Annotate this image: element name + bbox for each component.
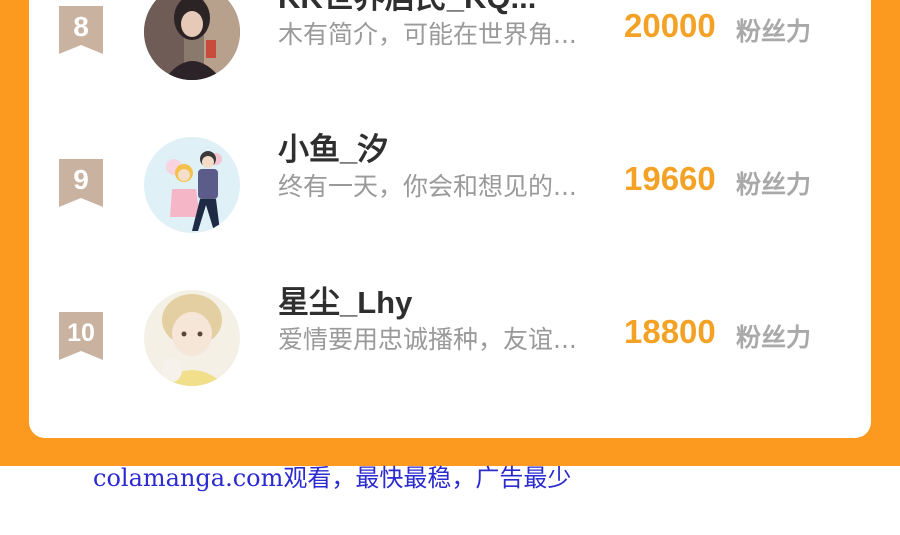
fans-count: 20000 (624, 7, 716, 44)
list-item[interactable]: 9 小鱼_汐 终有一天，你会和想见的... 19660 粉丝力 (29, 132, 871, 233)
fans-label: 粉丝力 (736, 170, 812, 199)
fans-label: 粉丝力 (736, 17, 812, 46)
avatar-couple-illustration-icon (144, 137, 240, 233)
list-item[interactable]: 10 星尘_Lhy 爱情要用忠诚播种，友谊... 18800 粉丝力 (29, 285, 871, 386)
rank-badge: 8 (59, 6, 103, 54)
user-name[interactable]: 小鱼_汐 (278, 124, 388, 169)
fans-count: 19660 (624, 160, 716, 197)
user-description: 木有简介，可能在世界角... (278, 20, 577, 49)
avatar[interactable] (144, 290, 240, 386)
fans-count: 18800 (624, 313, 716, 350)
user-name[interactable]: 星尘_Lhy (278, 277, 412, 322)
user-description: 爱情要用忠诚播种，友谊... (278, 325, 577, 354)
watermark-footer: colamanga.com观看，最快最稳，广告最少 (93, 464, 572, 492)
fans-label: 粉丝力 (736, 323, 812, 352)
rank-badge: 9 (59, 159, 103, 207)
avatar-boy-illustration-icon (144, 290, 240, 386)
avatar[interactable] (144, 0, 240, 80)
avatar[interactable] (144, 137, 240, 233)
list-item[interactable]: 8 KK世界居民_KQ... 木有简介，可能在世界角... 20000 粉丝力 (29, 0, 871, 82)
user-description: 终有一天，你会和想见的... (278, 172, 577, 201)
ranking-card: 8 KK世界居民_KQ... 木有简介，可能在世界角... 20000 粉丝力 … (29, 0, 871, 438)
rank-badge: 10 (59, 312, 103, 360)
avatar-girl-photo-icon (144, 0, 240, 80)
